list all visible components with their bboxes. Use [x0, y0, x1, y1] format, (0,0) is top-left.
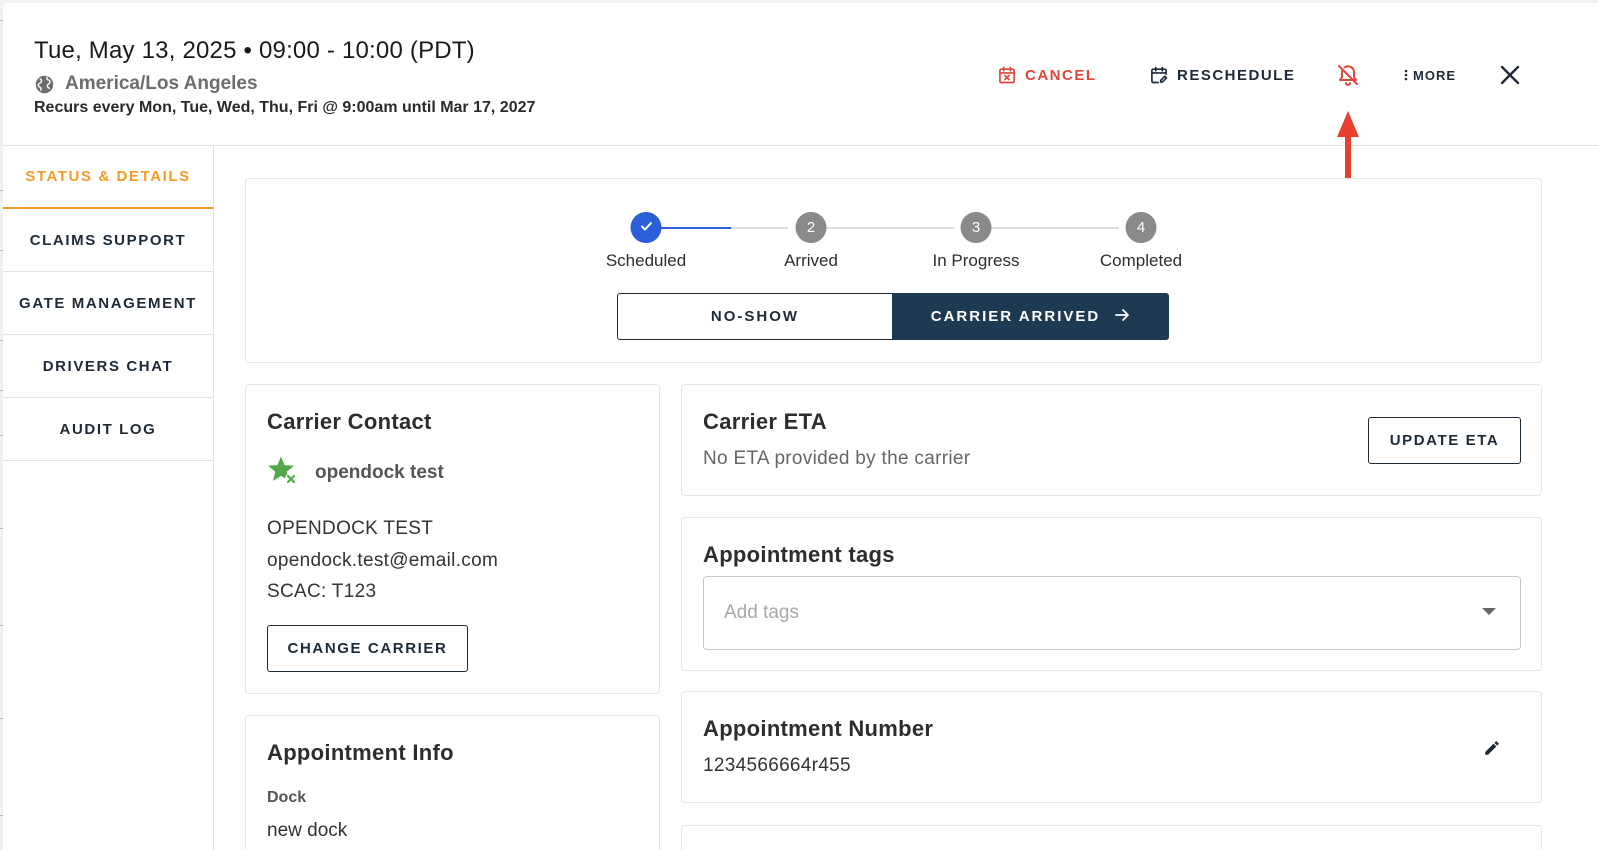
appointment-datetime: Tue, May 13, 2025 • 09:00 - 10:00 (PDT)	[34, 37, 475, 64]
carrier-company-name: opendock test	[315, 462, 444, 483]
next-card	[681, 825, 1542, 850]
step-in-progress-circle: 3	[960, 212, 992, 243]
tags-select[interactable]	[703, 576, 1521, 650]
pencil-icon	[1483, 741, 1501, 761]
appointment-tags-title: Appointment tags	[703, 542, 895, 567]
appointment-number-title: Appointment Number	[703, 716, 934, 741]
timezone-label: America/Los Angeles	[65, 73, 258, 94]
close-icon	[1499, 64, 1521, 86]
reschedule-button[interactable]: RESCHEDULE	[1149, 63, 1295, 87]
step-scheduled-circle	[630, 212, 662, 243]
dock-value: new dock	[267, 820, 348, 841]
appointment-info-title: Appointment Info	[267, 740, 454, 765]
bell-off-icon	[1336, 63, 1360, 87]
notifications-toggle-button[interactable]	[1336, 63, 1360, 87]
carrier-arrived-label: CARRIER ARRIVED	[930, 308, 1101, 325]
update-eta-button[interactable]: UPDATE ETA	[1368, 417, 1521, 464]
sidebar-item-claims-support[interactable]: CLAIMS SUPPORT	[3, 209, 213, 272]
dots-vertical-icon	[1403, 69, 1409, 81]
carrier-contact-email: opendock.test@email.com	[267, 549, 499, 571]
appointment-info-card: Appointment Info Dock new dock	[245, 715, 660, 850]
more-label: MORE	[1413, 67, 1456, 83]
carrier-arrived-button[interactable]: CARRIER ARRIVED	[892, 293, 1169, 340]
carrier-contact-card: Carrier Contact opendock test OPENDOCK T…	[245, 384, 660, 694]
step-arrived-circle: 2	[795, 212, 827, 243]
step-connector	[991, 227, 1119, 229]
caret-down-icon[interactable]	[1482, 608, 1496, 615]
carrier-details: OPENDOCK TEST opendock.test@email.com SC…	[267, 513, 498, 608]
step-connector-progress	[661, 227, 731, 229]
recurrence-text: Recurs every Mon, Tue, Wed, Thu, Fri @ 9…	[34, 99, 536, 116]
appointment-tags-card: Appointment tags	[681, 517, 1542, 671]
carrier-eta-title: Carrier ETA	[703, 409, 827, 434]
status-card: 2 3 4 Scheduled Arrived In Progress Comp…	[245, 178, 1542, 363]
dock-label: Dock	[267, 789, 307, 806]
cancel-label: CANCEL	[1025, 66, 1097, 84]
star-x-icon	[267, 455, 298, 492]
sidebar-item-drivers-chat[interactable]: DRIVERS CHAT	[3, 335, 213, 398]
appointment-timezone: America/Los Angeles	[34, 73, 258, 95]
step-arrived-label: Arrived	[784, 251, 838, 270]
globe-icon	[34, 74, 55, 95]
carrier-eta-text: No ETA provided by the carrier	[703, 448, 971, 469]
close-button[interactable]	[1499, 63, 1521, 87]
carrier-company: opendock test	[267, 455, 444, 492]
cancel-button[interactable]: CANCEL	[997, 63, 1097, 87]
calendar-x-icon	[997, 65, 1017, 85]
carrier-scac: SCAC: T123	[267, 581, 377, 602]
change-carrier-button[interactable]: CHANGE CARRIER	[267, 625, 468, 672]
status-stepper: 2 3 4 Scheduled Arrived In Progress Comp…	[246, 179, 1541, 279]
appointment-number-value: 1234566664r455	[703, 755, 851, 776]
check-icon	[639, 219, 653, 237]
no-show-button[interactable]: NO-SHOW	[617, 293, 893, 340]
sidebar-item-gate-management[interactable]: GATE MANAGEMENT	[3, 272, 213, 335]
step-in-progress-label: In Progress	[932, 251, 1020, 270]
step-connector	[826, 227, 954, 229]
carrier-contact-name: OPENDOCK TEST	[267, 518, 434, 539]
calendar-edit-icon	[1149, 65, 1169, 85]
edit-appointment-number-button[interactable]	[1483, 739, 1505, 761]
more-menu-button[interactable]: MORE	[1403, 63, 1456, 87]
step-completed-circle: 4	[1125, 212, 1157, 243]
sidebar-item-audit-log[interactable]: AUDIT LOG	[3, 398, 213, 461]
reschedule-label: RESCHEDULE	[1177, 66, 1296, 84]
tags-input[interactable]	[724, 577, 1464, 649]
appointment-number-card: Appointment Number 1234566664r455	[681, 691, 1542, 803]
step-scheduled-label: Scheduled	[605, 251, 687, 270]
carrier-contact-title: Carrier Contact	[267, 409, 432, 434]
carrier-eta-card: Carrier ETA No ETA provided by the carri…	[681, 384, 1542, 496]
arrow-right-icon	[1114, 307, 1130, 327]
step-completed-label: Completed	[1099, 251, 1183, 270]
sidebar-nav: STATUS & DETAILS CLAIMS SUPPORT GATE MAN…	[3, 146, 214, 850]
sidebar-item-status-details[interactable]: STATUS & DETAILS	[3, 146, 213, 209]
appointment-dialog: Tue, May 13, 2025 • 09:00 - 10:00 (PDT) …	[3, 3, 1598, 850]
